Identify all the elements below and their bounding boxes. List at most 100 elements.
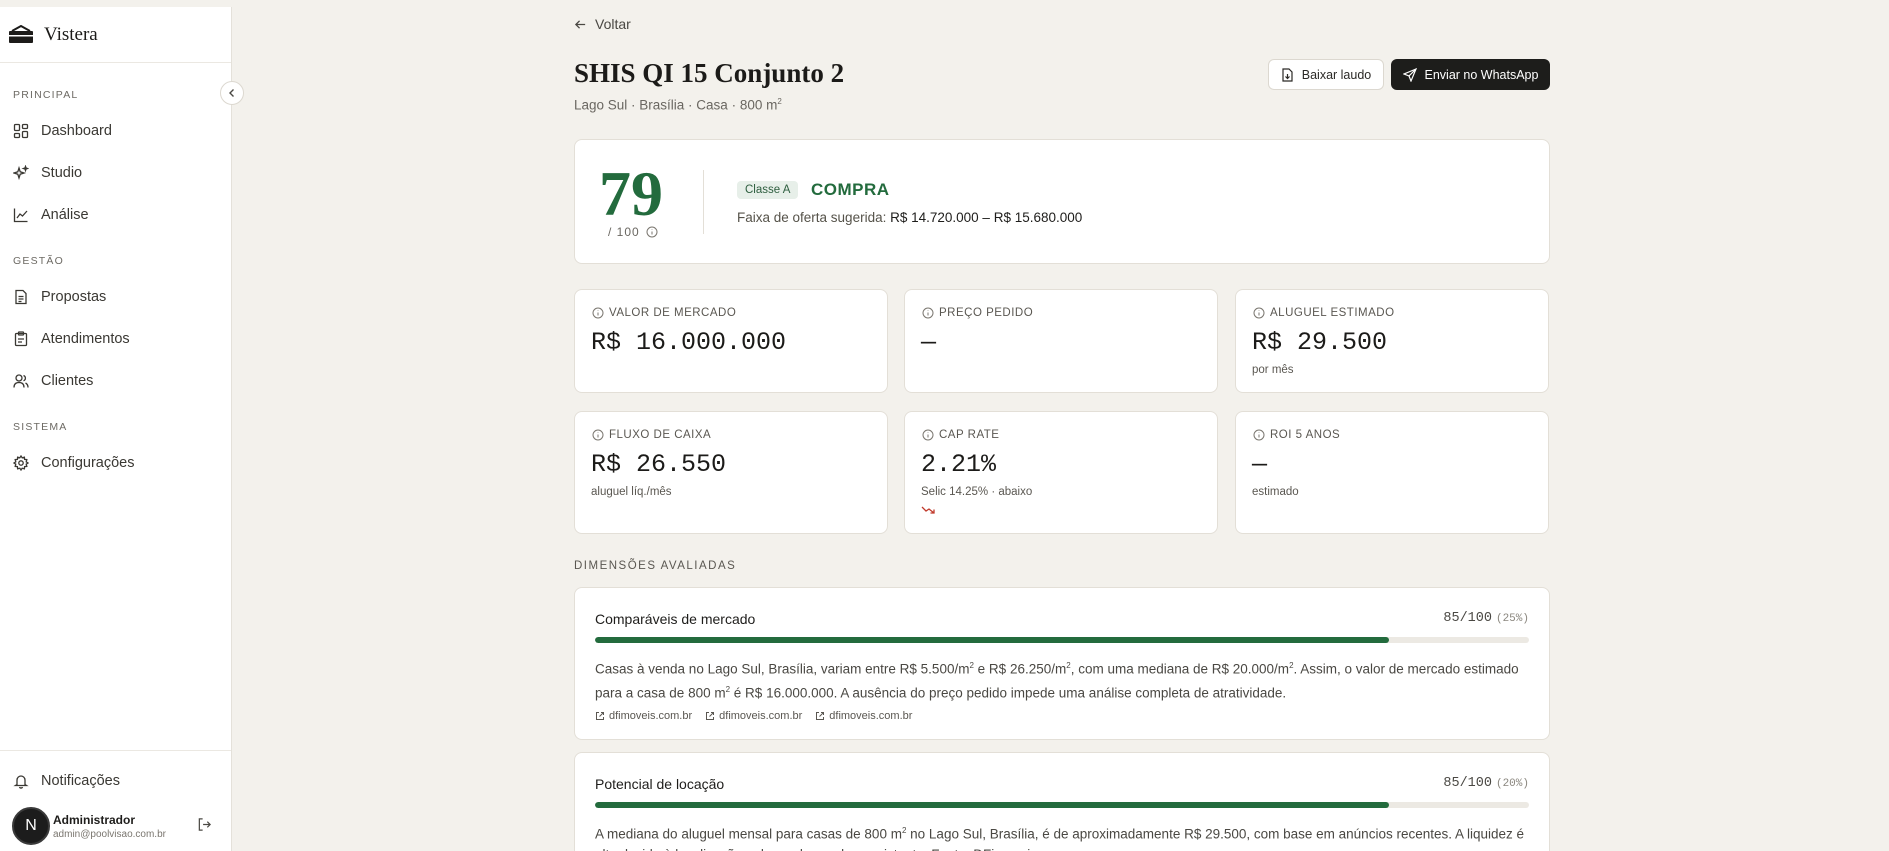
- sidebar-item-dashboard[interactable]: Dashboard: [13, 119, 112, 143]
- metric-label: FLUXO DE CAIXA: [609, 429, 712, 441]
- dimension-card-locacao: Potencial de locação 85/100 (20%) A media…: [574, 752, 1550, 851]
- chevron-left-icon: [229, 89, 234, 97]
- send-icon: [1402, 67, 1417, 82]
- sidebar-item-label: Clientes: [41, 373, 94, 389]
- logout-icon[interactable]: [197, 817, 212, 832]
- score-card: 79 / 100 Classe A COMPRA Faixa de oferta…: [574, 139, 1550, 264]
- info-icon[interactable]: [646, 226, 658, 238]
- avatar[interactable]: N: [12, 807, 50, 845]
- sidebar-item-label: Studio: [41, 165, 83, 181]
- sidebar: Vistera PRINCIPAL Dashboard Studio Análi…: [0, 7, 232, 851]
- metric-sub: aluguel líq./mês: [591, 486, 672, 498]
- sidebar-item-label: Análise: [41, 207, 89, 223]
- sidebar-item-label: Configurações: [41, 455, 135, 471]
- sidebar-item-analise[interactable]: Análise: [13, 203, 89, 227]
- metric-card-fluxo-caixa: FLUXO DE CAIXA R$ 26.550 aluguel líq./mê…: [574, 411, 888, 534]
- brand[interactable]: Vistera: [0, 7, 231, 63]
- clipboard-icon: [14, 331, 28, 347]
- sidebar-item-studio[interactable]: Studio: [13, 161, 82, 185]
- gear-icon: [13, 455, 29, 471]
- sidebar-item-label: Dashboard: [41, 123, 112, 139]
- metric-value: R$ 29.500: [1252, 328, 1388, 357]
- metric-value: —: [1252, 450, 1268, 479]
- metric-card-roi-5-anos: ROI 5 ANOS — estimado: [1235, 411, 1549, 534]
- dimension-score: 85/100 (20%): [1443, 776, 1529, 791]
- sidebar-item-notificacoes[interactable]: Notificações: [13, 769, 120, 793]
- metric-card-cap-rate: CAP RATE 2.21% Selic 14.25% · abaixo: [904, 411, 1218, 534]
- score-divider: [703, 170, 704, 234]
- send-whatsapp-button[interactable]: Enviar no WhatsApp: [1391, 59, 1550, 90]
- metric-label: VALOR DE MERCADO: [609, 307, 737, 319]
- metric-card-valor-mercado: VALOR DE MERCADO R$ 16.000.000: [574, 289, 888, 393]
- sidebar-item-propostas[interactable]: Propostas: [13, 285, 106, 309]
- score-out-of: / 100: [608, 225, 658, 239]
- metric-label: CAP RATE: [939, 429, 1000, 441]
- section-label-gestao: GESTÃO: [13, 255, 64, 267]
- class-badge: Classe A: [737, 181, 799, 199]
- metric-card-aluguel-estimado: ALUGUEL ESTIMADO R$ 29.500 por mês: [1235, 289, 1549, 393]
- metric-sub: por mês: [1252, 364, 1294, 376]
- users-icon: [13, 374, 29, 388]
- dimension-title: Potencial de locação: [595, 776, 725, 792]
- metric-sub: Selic 14.25% · abaixo: [921, 486, 1033, 498]
- sidebar-item-label: Notificações: [41, 773, 120, 789]
- page-title: SHIS QI 15 Conjunto 2: [574, 58, 845, 88]
- sidebar-item-atendimentos[interactable]: Atendimentos: [13, 327, 130, 351]
- dimension-title: Comparáveis de mercado: [595, 611, 756, 627]
- source-link[interactable]: dfimoveis.com.br: [815, 710, 912, 722]
- dimension-description: A mediana do aluguel mensal para casas d…: [595, 826, 1525, 851]
- brand-logo-icon: [9, 24, 33, 43]
- external-link-icon: [596, 712, 604, 720]
- score-value: 79: [599, 158, 663, 229]
- property-subtitle: Lago Sul · Brasília · Casa · 800 m2: [574, 97, 782, 113]
- dimension-card-comparaveis: Comparáveis de mercado 85/100 (25%) Casas…: [574, 587, 1550, 740]
- external-link-icon: [706, 712, 715, 720]
- metric-label: ALUGUEL ESTIMADO: [1270, 307, 1395, 319]
- info-icon[interactable]: [592, 429, 604, 441]
- sidebar-item-configuracoes[interactable]: Configurações: [13, 451, 135, 475]
- info-icon[interactable]: [922, 307, 934, 319]
- dimensions-heading: DIMENSÕES AVALIADAS: [574, 560, 737, 572]
- sidebar-item-label: Propostas: [41, 289, 107, 305]
- dimension-score: 85/100 (25%): [1443, 611, 1529, 626]
- metric-value: 2.21%: [921, 450, 997, 479]
- metric-card-preco-pedido: PREÇO PEDIDO —: [904, 289, 1218, 393]
- section-label-principal: PRINCIPAL: [13, 89, 79, 101]
- sidebar-item-label: Atendimentos: [41, 331, 130, 347]
- back-link[interactable]: Voltar: [574, 16, 631, 32]
- dimension-progress-bar: [595, 637, 1529, 643]
- user-name: Administrador: [53, 813, 136, 827]
- sidebar-item-clientes[interactable]: Clientes: [13, 369, 93, 393]
- metric-value: R$ 26.550: [591, 450, 727, 479]
- download-report-button[interactable]: Baixar laudo: [1268, 59, 1384, 90]
- info-icon[interactable]: [1253, 429, 1265, 441]
- metric-value: —: [921, 328, 937, 357]
- metric-label: ROI 5 ANOS: [1270, 429, 1341, 441]
- dimension-description: Casas à venda no Lago Sul, Brasília, var…: [595, 661, 1519, 700]
- bell-icon: [13, 775, 29, 789]
- offer-range: Faixa de oferta sugerida: R$ 14.720.000 …: [737, 210, 1083, 225]
- metric-value: R$ 16.000.000: [591, 328, 787, 357]
- source-link[interactable]: dfimoveis.com.br: [705, 710, 802, 722]
- info-icon[interactable]: [922, 429, 934, 441]
- external-link-icon: [816, 712, 825, 720]
- info-icon[interactable]: [1253, 307, 1265, 319]
- document-icon: [15, 289, 27, 305]
- sparkles-icon: [13, 165, 29, 181]
- info-icon[interactable]: [592, 307, 604, 319]
- sidebar-footer: Notificações N Administrador admin@poolv…: [0, 750, 231, 851]
- file-download-icon: [1282, 67, 1293, 82]
- brand-name: Vistera: [44, 23, 98, 45]
- section-label-sistema: SISTEMA: [13, 421, 68, 433]
- source-link[interactable]: dfimoveis.com.br: [595, 710, 692, 722]
- chart-line-icon: [13, 208, 28, 223]
- verdict-label: COMPRA: [811, 180, 890, 199]
- user-email: admin@poolvisao.com.br: [53, 829, 166, 840]
- metric-sub: estimado: [1252, 486, 1299, 498]
- source-links: dfimoveis.com.br dfimoveis.com.br dfimov…: [595, 710, 925, 722]
- metric-label: PREÇO PEDIDO: [939, 307, 1034, 319]
- dashboard-icon: [13, 123, 29, 139]
- sidebar-collapse-button[interactable]: [220, 81, 244, 105]
- arrow-left-icon: [574, 19, 586, 29]
- dimension-progress-bar: [595, 802, 1529, 808]
